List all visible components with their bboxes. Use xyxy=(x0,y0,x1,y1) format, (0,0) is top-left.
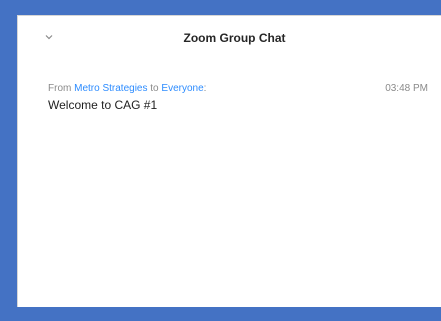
message-text: Welcome to CAG #1 xyxy=(48,98,158,112)
message-timestamp: 03:48 PM xyxy=(385,83,428,94)
chat-window: Zoom Group Chat From Metro Strategies to… xyxy=(17,15,441,307)
from-label: From xyxy=(48,83,72,94)
chat-titlebar: Zoom Group Chat xyxy=(18,16,441,58)
chat-title: Zoom Group Chat xyxy=(183,31,286,45)
recipient-colon: : xyxy=(203,83,207,94)
sender-link[interactable]: Metro Strategies xyxy=(74,83,147,94)
recipient-link[interactable]: Everyone xyxy=(161,83,203,94)
message-meta: From Metro Strategies to Everyone: xyxy=(48,82,441,95)
chat-message: From Metro Strategies to Everyone: 03:48… xyxy=(48,82,441,113)
to-label: to xyxy=(150,83,159,94)
